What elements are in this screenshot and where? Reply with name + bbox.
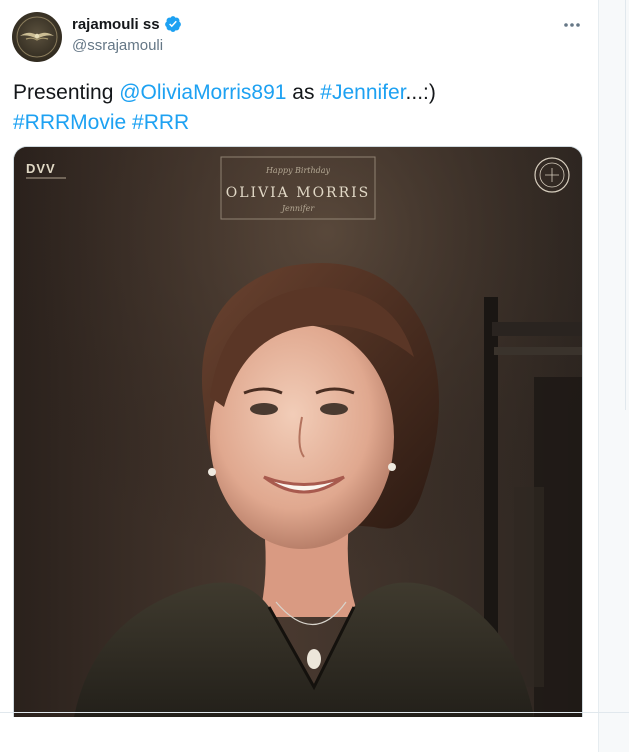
banner-small-text: Happy Birthday xyxy=(265,166,331,175)
bottom-divider xyxy=(0,712,629,713)
hashtag-jennifer-link[interactable]: #Jennifer xyxy=(320,81,405,104)
rrr-seal-icon xyxy=(534,157,570,193)
author-name-row[interactable]: rajamouli ss xyxy=(72,15,182,33)
mention-link[interactable]: @OliviaMorris891 xyxy=(119,81,286,104)
more-dots-icon xyxy=(564,23,580,27)
more-options-button[interactable] xyxy=(561,14,583,36)
verified-badge-icon xyxy=(164,16,181,32)
tweet-text-prefix: Presenting xyxy=(13,81,120,104)
avatar[interactable] xyxy=(12,12,62,62)
hashtag-rrr-link[interactable]: #RRR xyxy=(132,111,189,134)
tweet-card[interactable]: rajamouli ss @ssrajamouli Presenting @Ol… xyxy=(0,0,599,752)
right-gutter xyxy=(599,0,629,752)
author-handle[interactable]: @ssrajamouli xyxy=(72,37,163,54)
tweet-media-image[interactable]: Happy Birthday OLIVIA MORRIS Jennifer DV… xyxy=(13,146,583,717)
tweet-text-suffix: ...:) xyxy=(405,81,436,104)
dvv-logo: DVV xyxy=(26,161,56,176)
tweet-text-mid: as xyxy=(286,81,321,104)
gutter-divider xyxy=(625,0,626,410)
banner-name-text: OLIVIA MORRIS xyxy=(226,185,371,201)
hashtag-rrrmovie-link[interactable]: #RRRMovie xyxy=(13,111,126,134)
author-display-name[interactable]: rajamouli ss xyxy=(72,16,160,33)
emblem-avatar-icon xyxy=(16,16,58,58)
banner-role-text: Jennifer xyxy=(280,204,316,213)
poster-illustration: Happy Birthday OLIVIA MORRIS Jennifer DV… xyxy=(14,147,582,717)
tweet-text: Presenting @OliviaMorris891 as #Jennifer… xyxy=(13,78,583,138)
